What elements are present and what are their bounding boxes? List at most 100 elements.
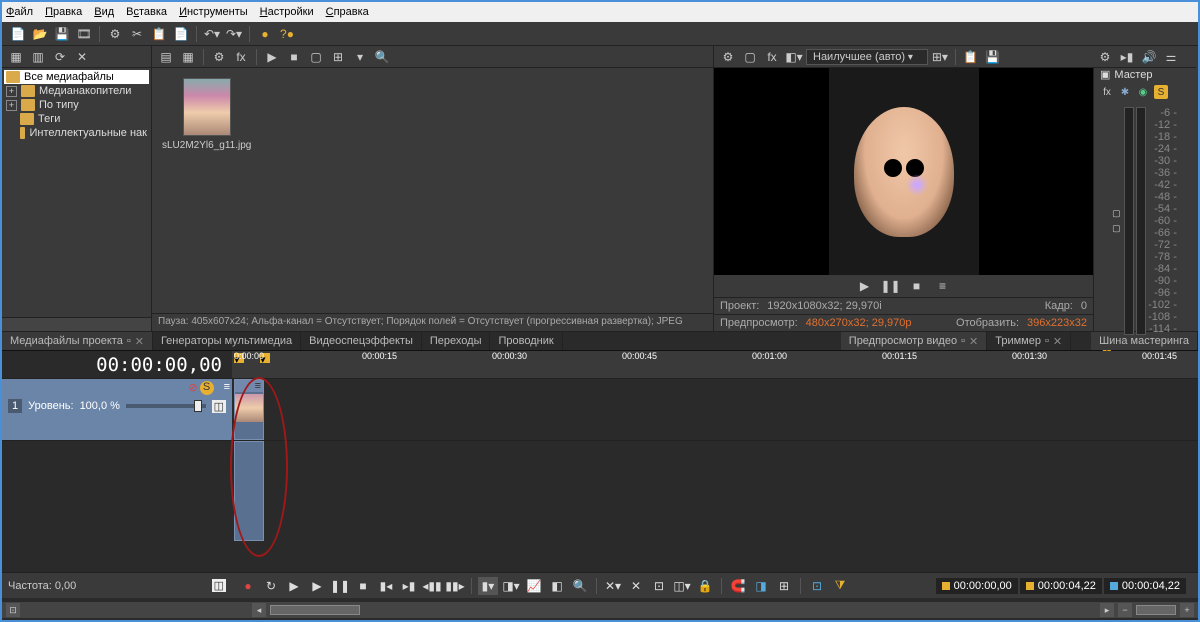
help-icon[interactable]: ?●: [277, 25, 297, 43]
select-tool-icon[interactable]: ◨▾: [501, 577, 521, 595]
snap-icon[interactable]: 🧲: [728, 577, 748, 595]
go-start-icon[interactable]: ▮◂: [376, 577, 396, 595]
fx-icon[interactable]: fx: [231, 48, 251, 66]
paste-icon[interactable]: 📄: [171, 25, 191, 43]
quantize-icon[interactable]: ⊞: [774, 577, 794, 595]
tab-preview[interactable]: Предпросмотр видео ▫ ✕: [841, 332, 987, 350]
tree-scrollbar[interactable]: [2, 317, 151, 331]
snap-grid-icon[interactable]: ◨: [751, 577, 771, 595]
tree-root-all-media[interactable]: Все медиафайлы: [4, 70, 149, 84]
close-icon[interactable]: ✕: [1053, 335, 1062, 348]
prev-frame-icon[interactable]: ◂▮▮: [422, 577, 442, 595]
tab-explorer[interactable]: Проводник: [490, 332, 562, 350]
close-icon[interactable]: ✕: [969, 335, 978, 348]
lock-env-icon[interactable]: ⊡: [649, 577, 669, 595]
loop-icon[interactable]: ↻: [261, 577, 281, 595]
track-lane[interactable]: ≡: [232, 379, 1198, 440]
copy-icon[interactable]: 📋: [149, 25, 169, 43]
crossfade-icon[interactable]: ✕▾: [603, 577, 623, 595]
marker-icon[interactable]: ⧩: [830, 577, 850, 595]
tree-item-tags[interactable]: Теги: [4, 112, 149, 126]
stereo-icon[interactable]: ▢: [1112, 223, 1122, 234]
timeline-clip[interactable]: ≡: [234, 379, 264, 440]
zoom-thumb[interactable]: [1136, 605, 1176, 615]
dropdown-icon[interactable]: ▾: [350, 48, 370, 66]
render-icon[interactable]: 🎞: [74, 25, 94, 43]
redo-icon[interactable]: ↷▾: [224, 25, 244, 43]
circle-icon[interactable]: S: [1154, 85, 1168, 99]
scroll-right-icon[interactable]: ▸: [1100, 603, 1114, 617]
undo-icon[interactable]: ↶▾: [202, 25, 222, 43]
clip-tail[interactable]: [234, 441, 264, 541]
quality-dropdown[interactable]: Наилучшее (авто) ▾: [806, 49, 928, 65]
fx-icon[interactable]: fx: [762, 48, 782, 66]
tree-filter-icon[interactable]: ▥: [28, 48, 48, 66]
view-thumb-icon[interactable]: ▦: [178, 48, 198, 66]
properties-icon[interactable]: ⚙: [105, 25, 125, 43]
env-tool-icon[interactable]: 📈: [524, 577, 544, 595]
selection-tool-icon[interactable]: ◧: [547, 577, 567, 595]
split-icon[interactable]: ◧▾: [784, 48, 804, 66]
scroll-thumb[interactable]: [270, 605, 360, 615]
copy-snapshot-icon[interactable]: 📋: [961, 48, 981, 66]
group-icon[interactable]: ⊡: [807, 577, 827, 595]
speaker-icon[interactable]: 🔊: [1139, 48, 1159, 66]
zoom-out-icon[interactable]: −: [1118, 603, 1132, 617]
menu-settings[interactable]: Настройки: [260, 6, 314, 18]
scroll-left-icon[interactable]: ◂: [252, 603, 266, 617]
time-position[interactable]: 00:00:00,00: [936, 578, 1018, 594]
mono-icon[interactable]: ▢: [1112, 208, 1122, 219]
tab-generators[interactable]: Генераторы мультимедиа: [153, 332, 301, 350]
tab-fx[interactable]: Видеоспецэффекты: [301, 332, 422, 350]
ripple-icon[interactable]: ◫▾: [672, 577, 692, 595]
flower-icon[interactable]: ✱: [1118, 85, 1132, 99]
close-icon[interactable]: ✕: [135, 335, 144, 348]
play-start-icon[interactable]: ▶: [284, 577, 304, 595]
grid-icon[interactable]: ⊞: [328, 48, 348, 66]
autoplay-icon[interactable]: ▢: [306, 48, 326, 66]
sliders-icon[interactable]: ⚌: [1161, 48, 1181, 66]
tab-media[interactable]: Медиафайлы проекта ▫ ✕: [2, 332, 153, 350]
view-list-icon[interactable]: ▤: [156, 48, 176, 66]
media-thumbnail[interactable]: sLU2M2Yl6_g11.jpg: [162, 78, 251, 151]
stop-icon[interactable]: ■: [907, 277, 927, 295]
next-frame-icon[interactable]: ▮▮▸: [445, 577, 465, 595]
thumbnail-area[interactable]: sLU2M2Yl6_g11.jpg: [152, 68, 713, 313]
gear-icon[interactable]: ⚙: [1095, 48, 1115, 66]
open-icon[interactable]: 📂: [30, 25, 50, 43]
tool-dot-icon[interactable]: ●: [255, 25, 275, 43]
expand-icon[interactable]: +: [6, 86, 17, 97]
fx-icon[interactable]: fx: [1100, 85, 1114, 99]
tree-item-smart[interactable]: Интеллектуальные нак: [4, 126, 149, 140]
tab-transitions[interactable]: Переходы: [422, 332, 491, 350]
time-selection-end[interactable]: 00:00:04,22: [1020, 578, 1102, 594]
zoom-tool-icon[interactable]: 🔍: [570, 577, 590, 595]
edit-tool-icon[interactable]: ▮▾: [478, 577, 498, 595]
timeline-scrollbar[interactable]: ⊡ ◂ ▸ − +: [2, 602, 1198, 618]
expand-icon[interactable]: +: [6, 100, 17, 111]
autofade-icon[interactable]: ✕: [626, 577, 646, 595]
go-end-icon[interactable]: ▸▮: [399, 577, 419, 595]
pause-icon[interactable]: ❚❚: [881, 277, 901, 295]
menu-help[interactable]: Справка: [326, 6, 369, 18]
menu-view[interactable]: Вид: [94, 6, 114, 18]
zoom-in-icon[interactable]: +: [1180, 603, 1194, 617]
new-icon[interactable]: 📄: [8, 25, 28, 43]
gear-icon[interactable]: ⚙: [718, 48, 738, 66]
menu-tools[interactable]: Инструменты: [179, 6, 248, 18]
search-icon[interactable]: 🔍: [372, 48, 392, 66]
menu-edit[interactable]: Правка: [45, 6, 82, 18]
stop-icon[interactable]: ■: [284, 48, 304, 66]
menu-file[interactable]: Файл: [6, 6, 33, 18]
record-icon[interactable]: ●: [238, 577, 258, 595]
play-icon[interactable]: ▶: [307, 577, 327, 595]
time-selection-length[interactable]: 00:00:04,22: [1104, 578, 1186, 594]
gear-icon[interactable]: ⚙: [209, 48, 229, 66]
popout-icon[interactable]: ▫: [127, 335, 131, 347]
zoom-fit-icon[interactable]: ⊡: [6, 603, 20, 617]
play-icon[interactable]: ▶: [855, 277, 875, 295]
keyframe-icon[interactable]: ◫: [212, 579, 226, 592]
play-icon[interactable]: ▶: [262, 48, 282, 66]
level-slider[interactable]: [126, 404, 206, 408]
tree-item-type[interactable]: + По типу: [4, 98, 149, 112]
